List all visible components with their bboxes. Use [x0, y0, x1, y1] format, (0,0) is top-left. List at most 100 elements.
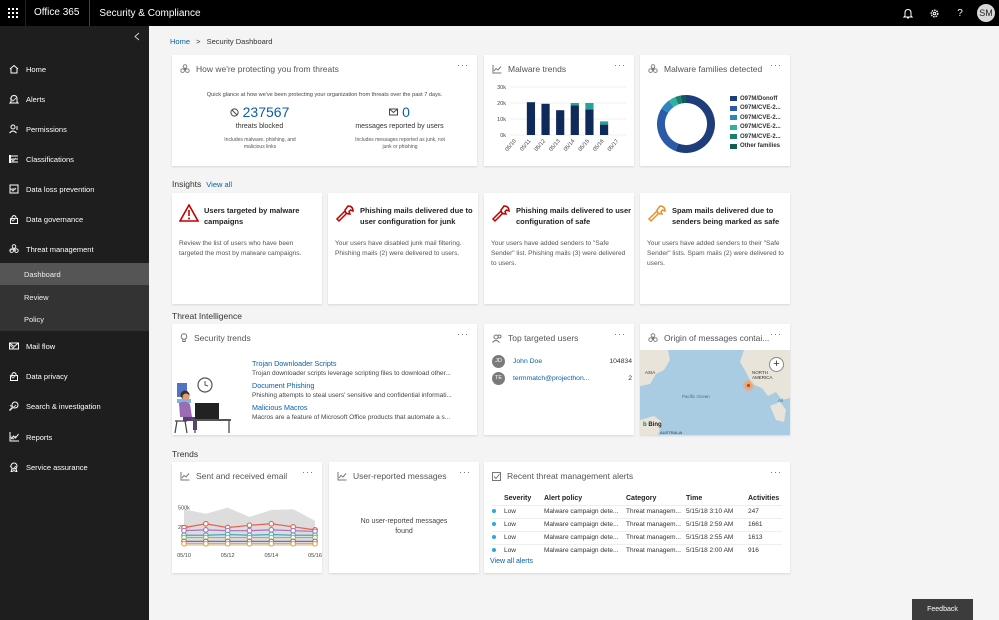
- legend-item[interactable]: O97M/CVE-2...: [730, 113, 781, 123]
- sidebar-item-mail-flow[interactable]: Mail flow: [0, 333, 149, 359]
- help-icon[interactable]: ?: [947, 0, 973, 26]
- donut-slice[interactable]: [668, 97, 679, 108]
- legend-item[interactable]: O97M/CVE-2...: [730, 123, 781, 133]
- sidebar-item-data-privacy[interactable]: Data privacy: [0, 363, 149, 389]
- legend-item[interactable]: O97M/Donoff: [730, 94, 781, 104]
- trend-title[interactable]: Malicious Macros: [252, 403, 467, 412]
- data-point[interactable]: [181, 527, 187, 534]
- bar[interactable]: [570, 103, 579, 106]
- reported-value[interactable]: 0: [402, 104, 410, 120]
- bar[interactable]: [541, 103, 550, 135]
- more-options-icon[interactable]: ···: [457, 60, 469, 70]
- collapse-chevron-icon[interactable]: [134, 32, 140, 43]
- trend-item[interactable]: Trojan Downloader Scripts Trojan download…: [252, 359, 467, 377]
- insight-title[interactable]: Phishing mails delivered due to user con…: [360, 205, 478, 227]
- chevron-down-icon[interactable]: [9, 344, 17, 349]
- malware-families-card[interactable]: Malware families detected ··· O97M/Donof…: [640, 55, 790, 166]
- insight-card[interactable]: Users targeted by malware campaigns Revie…: [172, 193, 322, 304]
- malware-trends-card[interactable]: Malware trends ··· 30k 20k 10k 0k 05/10 05/11…: [484, 55, 634, 166]
- more-options-icon[interactable]: ···: [302, 467, 314, 477]
- threats-blocked-value[interactable]: 237567: [243, 104, 290, 120]
- bar[interactable]: [585, 103, 594, 110]
- sent-received-card[interactable]: Sent and received email ··· 500k250k05/1…: [172, 462, 322, 573]
- data-point[interactable]: [246, 527, 253, 534]
- sidebar-item-home[interactable]: Home: [0, 56, 149, 82]
- bar[interactable]: [570, 105, 579, 135]
- sidebar-item-threat-management[interactable]: Threat management: [0, 236, 149, 262]
- column-header-time[interactable]: Time: [686, 492, 748, 505]
- data-point[interactable]: [202, 527, 209, 533]
- app-launcher-icon[interactable]: [0, 0, 26, 26]
- more-options-icon[interactable]: ···: [457, 329, 469, 339]
- subnav-item-policy[interactable]: Policy: [0, 308, 149, 330]
- donut-slice[interactable]: [657, 108, 679, 151]
- subnav-item-dashboard[interactable]: Dashboard: [0, 263, 149, 285]
- sidebar-item-search-investigation[interactable]: Search & investigation: [0, 393, 149, 419]
- chevron-up-icon[interactable]: [9, 246, 17, 252]
- insight-title[interactable]: Spam mails delivered due to senders bein…: [672, 205, 790, 227]
- bell-icon[interactable]: [895, 0, 921, 26]
- data-point[interactable]: [202, 540, 209, 547]
- trend-item[interactable]: Document Phishing Phishing attempts to st…: [252, 381, 467, 399]
- donut-slice[interactable]: [661, 100, 674, 113]
- column-header-alert-policy[interactable]: Alert policy: [544, 492, 626, 505]
- legend-item[interactable]: Other families: [730, 142, 781, 152]
- insight-title[interactable]: Users targeted by malware campaigns: [204, 205, 322, 227]
- data-point[interactable]: [268, 527, 275, 533]
- data-point[interactable]: [290, 540, 297, 547]
- view-all-alerts-link[interactable]: View all alerts: [490, 558, 533, 565]
- data-point[interactable]: [312, 540, 318, 547]
- sidebar-item-permissions[interactable]: Permissions: [0, 116, 149, 142]
- chevron-down-icon[interactable]: [9, 435, 17, 440]
- donut-slice[interactable]: [675, 95, 683, 105]
- table-row[interactable]: Low Malware campaign dete... Threat manage…: [492, 517, 782, 531]
- column-header-activities[interactable]: Activities: [748, 492, 782, 505]
- suite-name[interactable]: Security & Compliance: [90, 8, 200, 19]
- user-name[interactable]: John Doe: [513, 358, 601, 365]
- feedback-button[interactable]: Feedback: [912, 599, 973, 620]
- more-options-icon[interactable]: ···: [614, 329, 626, 339]
- more-options-icon[interactable]: ···: [614, 60, 626, 70]
- zoom-in-icon[interactable]: +: [769, 357, 784, 372]
- insight-card[interactable]: Phishing mails delivered to user configu…: [484, 193, 634, 304]
- avatar[interactable]: SM: [977, 4, 995, 22]
- table-row[interactable]: Low Malware campaign dete... Threat manage…: [492, 504, 782, 518]
- legend-item[interactable]: O97M/CVE-2...: [730, 132, 781, 142]
- column-header-severity[interactable]: Severity: [504, 492, 544, 505]
- sidebar-item-data-governance[interactable]: Data governance: [0, 206, 149, 232]
- chevron-down-icon[interactable]: [9, 465, 17, 470]
- more-options-icon[interactable]: ···: [770, 60, 782, 70]
- sidebar-item-service-assurance[interactable]: Service assurance: [0, 454, 149, 480]
- chevron-down-icon[interactable]: [9, 187, 17, 192]
- user-name[interactable]: termmatch@projecthon...: [513, 375, 601, 382]
- trend-title[interactable]: Document Phishing: [252, 381, 467, 390]
- sidebar-item-classifications[interactable]: Classifications: [0, 146, 149, 172]
- insights-view-all-link[interactable]: View all: [206, 180, 232, 189]
- insight-card[interactable]: Phishing mails delivered due to user con…: [328, 193, 478, 304]
- more-options-icon[interactable]: ···: [459, 467, 471, 477]
- data-point[interactable]: [224, 540, 231, 547]
- data-point[interactable]: [268, 540, 275, 547]
- bar[interactable]: [599, 124, 609, 135]
- table-row[interactable]: Low Malware campaign dete... Threat manage…: [492, 543, 782, 557]
- data-point[interactable]: [202, 520, 209, 527]
- trend-title[interactable]: Trojan Downloader Scripts: [252, 359, 467, 368]
- chevron-down-icon[interactable]: [9, 404, 17, 409]
- chevron-down-icon[interactable]: [9, 374, 17, 379]
- bar[interactable]: [556, 110, 565, 135]
- data-point[interactable]: [268, 520, 275, 527]
- insight-title[interactable]: Phishing mails delivered to user configu…: [516, 205, 634, 227]
- donut-slice[interactable]: [675, 95, 715, 153]
- chevron-down-icon[interactable]: [9, 97, 17, 102]
- sidebar-item-data-loss-prevention[interactable]: Data loss prevention: [0, 176, 149, 202]
- sidebar-item-alerts[interactable]: Alerts: [0, 86, 149, 112]
- user-row[interactable]: JD John Doe 104834: [492, 354, 632, 368]
- bar[interactable]: [585, 109, 594, 135]
- data-point[interactable]: [246, 540, 253, 547]
- data-point[interactable]: [290, 527, 297, 534]
- data-point[interactable]: [246, 522, 253, 529]
- user-row[interactable]: TE termmatch@projecthon... 2: [492, 371, 632, 385]
- subnav-item-review[interactable]: Review: [0, 286, 149, 308]
- bar[interactable]: [526, 102, 536, 135]
- insight-card[interactable]: Spam mails delivered due to senders bein…: [640, 193, 790, 304]
